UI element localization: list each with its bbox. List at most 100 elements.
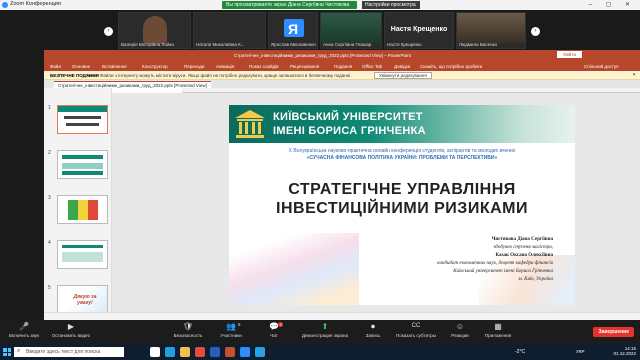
- participant-tile[interactable]: Настя Крещенко Настя Крещенко: [384, 12, 454, 49]
- edge-icon[interactable]: [165, 347, 175, 357]
- unmute-button[interactable]: 🎤 Включить звук: [4, 322, 44, 338]
- slide-thumbnail-1[interactable]: [57, 105, 108, 134]
- ribbon-tab[interactable]: Анімація: [216, 64, 234, 69]
- explorer-icon[interactable]: [180, 347, 190, 357]
- stop-video-button[interactable]: ▶ Остановить видео: [48, 322, 94, 338]
- gallery-prev-button[interactable]: ‹: [104, 27, 113, 36]
- control-label: Демонстрация экрана: [302, 333, 348, 338]
- meeting-controls-bar: 🎤 Включить звук ▶ Остановить видео 🛡 Без…: [0, 320, 640, 344]
- control-label: Чат: [270, 333, 278, 338]
- zoom-icon[interactable]: [240, 347, 250, 357]
- author-2-name: Казак Оксана Олексіївна: [495, 253, 553, 258]
- apps-button[interactable]: ▦ Приложения: [480, 322, 516, 338]
- slide-thumbnail-2[interactable]: [57, 150, 108, 179]
- author-2-role: кандидат економічних наук, доцент кафедр…: [437, 261, 553, 266]
- slide-number: 1: [48, 105, 51, 111]
- zoom-window-title: Zoom Конференция: [10, 1, 61, 7]
- slide-thumbnail-5[interactable]: Дякую за увагу!: [57, 285, 108, 314]
- ribbon-tab[interactable]: Файл: [50, 64, 61, 69]
- participant-name: Анна Сергіївна Псюкар: [323, 42, 372, 47]
- reactions-button[interactable]: ☺ Реакции: [446, 322, 474, 338]
- windows-taskbar: ⌕ Введите здесь текст для поиска -2°C УК…: [0, 344, 640, 360]
- share-screen-icon: ⬆: [321, 322, 329, 331]
- control-label: Включить звук: [8, 333, 39, 338]
- participant-name: Ярослав Мисливенко: [271, 42, 316, 47]
- chat-button[interactable]: 💬 Чат 2: [262, 322, 286, 338]
- slide-decoration: [229, 233, 359, 305]
- participant-tile[interactable]: Анна Сергіївна Псюкар: [320, 12, 382, 49]
- ppt-ribbon: Файл Основне Вставлення Конструктор Пере…: [44, 61, 640, 71]
- microphone-muted-icon: 🎤: [19, 322, 29, 331]
- enable-editing-button[interactable]: Увімкнути редагування: [374, 72, 432, 79]
- slide-number: 2: [48, 150, 51, 156]
- ribbon-tab[interactable]: Основне: [72, 64, 90, 69]
- system-clock[interactable]: 14:15 01.12.2022: [613, 346, 636, 356]
- gallery-next-button[interactable]: ›: [531, 27, 540, 36]
- slide-editing-area: КИЇВСЬКИЙ УНІВЕРСИТЕТ ІМЕНІ БОРИСА ГРІНЧ…: [112, 93, 640, 320]
- control-label: Приложения: [484, 333, 512, 338]
- window-controls[interactable]: – ▢ ✕: [589, 1, 636, 8]
- ribbon-tab[interactable]: Подання: [334, 64, 352, 69]
- windows-start-icon[interactable]: [3, 348, 11, 356]
- affiliation: Київський університет імені Бориса Грінч…: [453, 269, 553, 274]
- current-slide: КИЇВСЬКИЙ УНІВЕРСИТЕТ ІМЕНІ БОРИСА ГРІНЧ…: [229, 105, 575, 305]
- control-label: Остановить видео: [51, 333, 91, 338]
- security-button[interactable]: 🛡 Безопасность: [168, 322, 208, 338]
- ribbon-tab[interactable]: Вставлення: [102, 64, 127, 69]
- participant-gallery: ‹ Валерія Вікторівна Лойко Наталя Микола…: [0, 10, 640, 50]
- participant-tile[interactable]: Я Ярослав Мисливенко: [268, 12, 318, 49]
- clock-date: 01.12.2022: [613, 351, 636, 356]
- control-label: Безопасность: [173, 333, 203, 338]
- participant-avatar: [143, 16, 167, 44]
- taskbar-search-box[interactable]: ⌕ Введите здесь текст для поиска: [14, 347, 124, 357]
- ribbon-tab[interactable]: Показ слайдів: [249, 64, 278, 69]
- share-screen-button[interactable]: ⬆ Демонстрация экрана: [294, 322, 356, 338]
- chrome-icon[interactable]: [195, 347, 205, 357]
- language-indicator[interactable]: УКР: [576, 349, 584, 354]
- ppt-title-bar: Стратегічне_інвестиційними_ризиками_груд…: [44, 50, 640, 61]
- word-icon[interactable]: [210, 347, 220, 357]
- tell-me-search[interactable]: Скажіть, що потрібно зробити: [420, 64, 482, 69]
- participants-button[interactable]: 👥 Участники 5: [214, 322, 248, 338]
- share-button[interactable]: Спільний доступ: [584, 64, 619, 69]
- task-view-icon[interactable]: [150, 347, 160, 357]
- slide-thumbnail-4[interactable]: [57, 240, 108, 269]
- ribbon-tab[interactable]: Рецензування: [290, 64, 319, 69]
- conference-theme: «СУЧАСНА ФІНАНСОВА ПОЛІТИКА УКРАЇНИ: ПРО…: [306, 155, 498, 161]
- weather-widget[interactable]: -2°C: [515, 349, 525, 355]
- record-button[interactable]: ⏺ Запись: [362, 322, 384, 338]
- search-placeholder: Введите здесь текст для поиска: [26, 349, 101, 355]
- participants-icon: 👥: [226, 322, 236, 331]
- share-banner: Вы просматриваете экран Діана Сергіївна …: [222, 1, 357, 9]
- participant-tile[interactable]: Наталя Миколаївна К...: [193, 12, 266, 49]
- captions-icon: CC: [411, 323, 421, 329]
- search-icon: ⌕: [17, 348, 21, 354]
- signin-button[interactable]: Увійти: [556, 51, 582, 58]
- ribbon-tab[interactable]: Office Tab: [362, 64, 382, 69]
- control-label: Участники: [220, 333, 242, 338]
- participant-name: Валерія Вікторівна Лойко: [121, 42, 174, 47]
- slide-header: КИЇВСЬКИЙ УНІВЕРСИТЕТ ІМЕНІ БОРИСА ГРІНЧ…: [229, 105, 575, 143]
- participant-video: [321, 13, 381, 43]
- slide-thumbnail-3[interactable]: [57, 195, 108, 224]
- participant-initial: Я: [287, 21, 299, 37]
- view-options-button[interactable]: Настройки просмотра ▾: [362, 1, 420, 14]
- city: м. Київ, Україна: [518, 277, 553, 282]
- participant-tile[interactable]: Людмила Васенко: [456, 12, 526, 49]
- conference-name: X Всеукраїнська науково-практична онлайн…: [288, 148, 516, 154]
- ribbon-tab[interactable]: Довідка: [394, 64, 410, 69]
- protected-view-message: Увага! Файли з Інтернету можуть містити …: [86, 73, 352, 78]
- zoom-logo-icon: [2, 2, 8, 8]
- ribbon-tab[interactable]: Конструктор: [142, 64, 168, 69]
- author-1-name: Чистякова Діана Сергіївна: [491, 237, 553, 242]
- captions-button[interactable]: CC Показать субтитры: [392, 322, 440, 338]
- participant-tile[interactable]: Валерія Вікторівна Лойко: [118, 12, 191, 49]
- telegram-icon[interactable]: [255, 347, 265, 357]
- powerpoint-icon[interactable]: [225, 347, 235, 357]
- ppt-status-bar: [44, 312, 640, 320]
- end-meeting-button[interactable]: Завершение: [593, 327, 634, 337]
- slide-number: 5: [48, 285, 51, 291]
- control-label: Реакции: [451, 333, 469, 338]
- ribbon-tab[interactable]: Переходи: [184, 64, 204, 69]
- close-icon[interactable]: ✕: [632, 72, 636, 78]
